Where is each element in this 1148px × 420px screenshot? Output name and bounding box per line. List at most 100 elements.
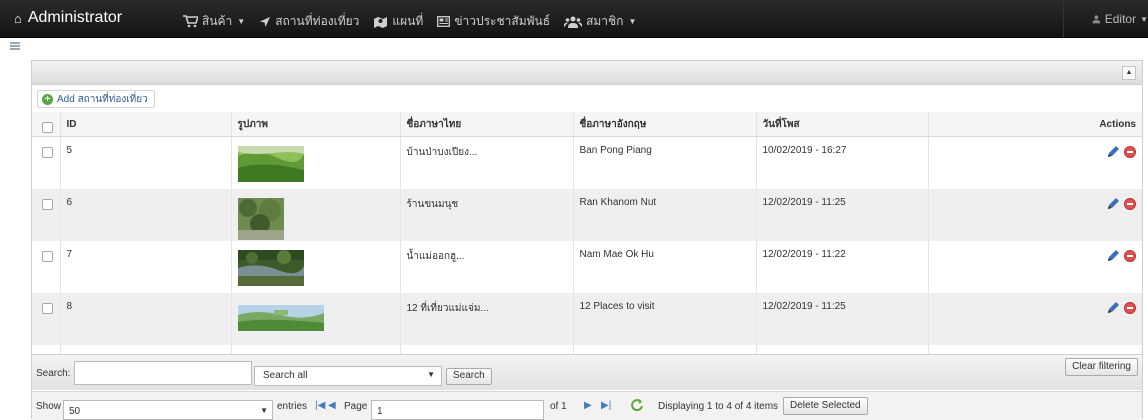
search-bar: Search: Search all ▼ Search Clear filter… [32,354,1142,390]
display-status: Displaying 1 to 4 of 4 items [658,401,779,412]
row-actions [928,188,1142,241]
sidebar-toggle-icon[interactable] [10,42,20,50]
search-button[interactable]: Search [446,368,492,385]
entries-label: entries [277,401,308,412]
table-row: 5 บ้านป่าบงเปียง... Ban Pong Piang 10/02… [32,136,1142,189]
map-icon [374,16,388,28]
clear-filtering-button[interactable]: Clear filtering [1065,358,1138,376]
main-menu: สินค้า ▼ สถานที่ท่องเที่ยว แผนที่ ข่าวปร… [183,12,636,31]
menu-item-attractions[interactable]: สถานที่ท่องเที่ยว [259,12,359,31]
next-page-icon[interactable]: ▶ [584,400,592,411]
user-icon [1092,15,1101,24]
collapse-button[interactable]: ▲ [1122,66,1136,80]
edit-pencil-icon[interactable] [1106,145,1120,159]
chevron-down-icon: ▼ [628,17,637,26]
page-number-input[interactable]: 1 [371,400,544,420]
thumbnail-image[interactable] [237,304,324,331]
home-icon: ⌂ [14,10,22,26]
show-label: Show [36,401,62,412]
edit-pencil-icon[interactable] [1106,301,1120,315]
first-page-icon[interactable]: |◀ [315,400,325,411]
grid-header-bar: ▲ [32,61,1142,85]
row-id: 8 [60,292,232,345]
table-row: 7 น้ำแม่ออกฮู... Nam Mae Ok Hu 12/02/201… [32,240,1142,293]
menu-item-label: ข่าวประชาสัมพันธ์ [454,14,551,28]
row-actions [928,241,1142,293]
delete-icon[interactable] [1124,301,1136,314]
page-number-value: 1 [377,406,383,417]
add-attraction-button[interactable]: + Add สถานที่ท่องเที่ยว [37,90,155,108]
row-actions [928,292,1142,345]
news-icon [437,16,451,27]
table-row: 6 ร้านขนมนุช Ran Khanom Nut 12/02/2019 -… [32,188,1142,241]
row-thai-name: บ้านป่าบงเปียง... [400,136,574,189]
prev-page-icon[interactable]: ◀ [328,400,336,411]
row-posted-date: 12/02/2019 - 11:22 [756,240,929,293]
search-scope-value: Search all [263,370,308,381]
grid-toolbar: + Add สถานที่ท่องเที่ยว [32,85,1142,112]
column-header-id[interactable]: ID [60,112,232,137]
menu-item-news[interactable]: ข่าวประชาสัมพันธ์ [437,12,550,31]
menu-item-map[interactable]: แผนที่ [373,12,423,31]
row-posted-date: 10/02/2019 - 16:27 [756,136,929,189]
row-thai-name: น้ำแม่ออกฮู... [400,240,574,293]
last-page-icon[interactable]: ▶| [601,400,611,411]
column-header-thai-name[interactable]: ชื่อภาษาไทย [400,112,574,137]
row-english-name: 12 Places to visit [573,292,757,345]
search-label: Search: [36,368,71,379]
row-english-name: Ban Pong Piang [573,136,757,189]
row-id: 5 [60,136,232,189]
row-image-cell [231,188,401,241]
select-all-cell [32,112,61,137]
thumbnail-image[interactable] [237,197,284,240]
delete-icon[interactable] [1124,197,1136,210]
table-header-row: ID รูปภาพ ชื่อภาษาไทย ชื่อภาษาอังกฤษ วัน… [32,112,1142,137]
row-posted-date: 12/02/2019 - 11:25 [756,188,929,241]
thumbnail-image[interactable] [237,249,304,286]
user-name: Editor [1104,12,1137,26]
column-header-image[interactable]: รูปภาพ [231,112,401,137]
row-select-cell [32,136,61,189]
row-checkbox[interactable] [42,198,53,210]
column-header-actions: Actions [928,112,1142,137]
row-image-cell [231,240,401,293]
thumbnail-image[interactable] [237,146,304,182]
menu-item-products[interactable]: สินค้า ▼ [183,12,245,31]
delete-icon[interactable] [1124,249,1136,262]
user-menu[interactable]: Editor ▼ [1063,0,1148,38]
row-image-cell [231,136,401,189]
per-page-select[interactable]: 50 ▼ [63,400,273,420]
add-icon: + [42,93,53,105]
column-header-english-name[interactable]: ชื่อภาษาอังกฤษ [573,112,757,137]
per-page-value: 50 [69,406,81,417]
menu-item-label: สินค้า [202,14,233,28]
row-checkbox[interactable] [42,250,53,262]
top-navbar: ⌂ Administrator สินค้า ▼ สถานที่ท่องเที่… [0,0,1148,38]
search-input[interactable] [74,361,252,385]
column-header-posted-date[interactable]: วันที่โพส [756,112,929,137]
search-scope-select[interactable]: Search all ▼ [254,366,442,386]
users-icon [564,16,583,28]
location-arrow-icon [260,16,271,27]
row-select-cell [32,188,61,241]
refresh-icon[interactable] [630,398,644,412]
menu-item-label: แผนที่ [392,14,424,28]
cart-icon [183,15,198,28]
row-thai-name: 12 ที่เที่ยวแม่แจ่ม... [400,292,574,345]
delete-icon[interactable] [1124,146,1136,158]
row-checkbox[interactable] [42,302,53,314]
menu-item-members[interactable]: สมาชิก ▼ [564,12,636,31]
row-id: 6 [60,188,232,241]
chevron-down-icon: ▼ [260,406,268,415]
select-all-checkbox[interactable] [42,122,53,133]
delete-selected-button[interactable]: Delete Selected [783,397,868,415]
row-image-cell [231,292,401,345]
edit-pencil-icon[interactable] [1106,197,1120,211]
edit-pencil-icon[interactable] [1106,249,1120,263]
row-checkbox[interactable] [42,147,53,158]
brand-label: Administrator [27,9,123,26]
row-select-cell [32,292,61,345]
row-english-name: Nam Mae Ok Hu [573,240,757,293]
row-id: 7 [60,240,232,293]
brand-link[interactable]: ⌂ Administrator [14,9,122,27]
